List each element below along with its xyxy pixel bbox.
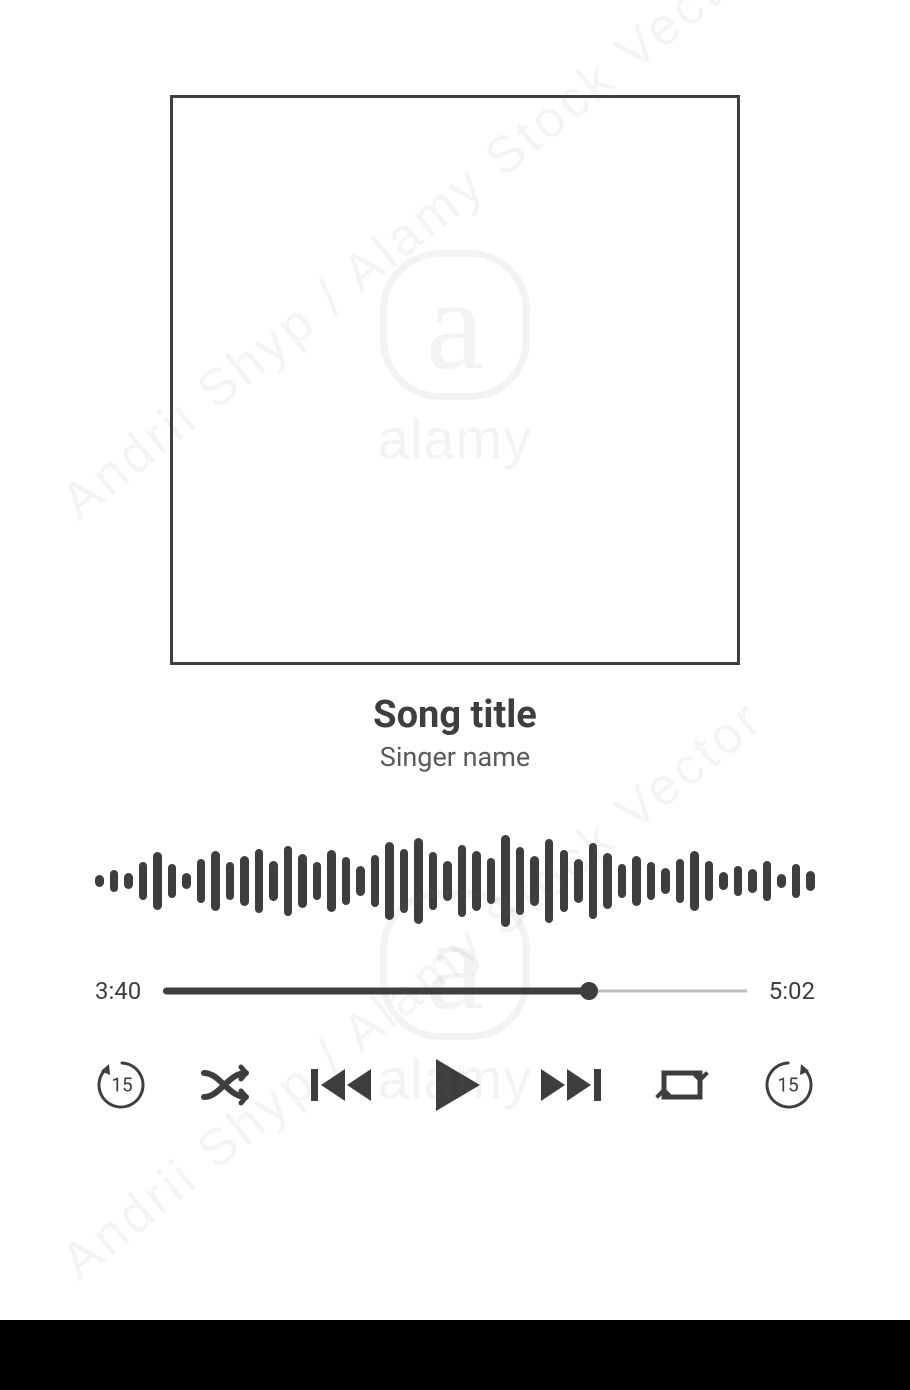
waveform-bar	[240, 856, 249, 906]
waveform-bar	[690, 851, 699, 911]
progress-row: 3:40 5:02	[95, 977, 815, 1005]
artist-name: Singer name	[380, 741, 530, 773]
waveform-bar	[342, 857, 351, 905]
waveform-bar	[443, 861, 452, 901]
waveform-bar	[618, 864, 627, 898]
waveform-bar	[545, 839, 554, 923]
shuffle-button[interactable]	[200, 1063, 258, 1107]
waveform-bar	[487, 858, 496, 904]
waveform-bar	[211, 851, 220, 911]
song-title: Song title	[373, 693, 537, 737]
waveform-bar	[356, 866, 365, 896]
waveform-bar	[458, 845, 467, 917]
waveform-bar	[95, 875, 104, 887]
shuffle-icon	[200, 1063, 258, 1107]
skip-forward-15-button[interactable]: 15	[761, 1058, 815, 1112]
waveform-bar	[429, 852, 438, 910]
play-button[interactable]	[426, 1055, 486, 1115]
waveform-bar	[371, 855, 380, 907]
waveform-bar	[632, 856, 641, 906]
repeat-icon	[654, 1063, 710, 1107]
waveform-bar	[603, 853, 612, 909]
waveform-bar	[763, 861, 772, 901]
waveform-bar	[516, 847, 525, 915]
total-time: 5:02	[769, 977, 815, 1005]
waveform-bar	[255, 849, 264, 913]
waveform-bar	[298, 854, 307, 908]
waveform-bar	[705, 861, 714, 901]
waveform-bar	[501, 835, 510, 927]
progress-slider[interactable]	[163, 984, 746, 998]
elapsed-time: 3:40	[95, 977, 141, 1005]
waveform-bar	[139, 862, 148, 900]
waveform-bar	[574, 859, 583, 903]
waveform-bar	[661, 868, 670, 894]
waveform-bar	[110, 870, 119, 892]
waveform-bar	[792, 864, 801, 898]
waveform-bar	[197, 859, 206, 903]
waveform-bar	[719, 872, 728, 890]
skip-back-15-button[interactable]: 15	[95, 1058, 149, 1112]
play-icon	[426, 1055, 486, 1115]
waveform-bar	[226, 862, 235, 900]
waveform[interactable]	[95, 831, 815, 931]
waveform-bar	[284, 846, 293, 916]
waveform-bar	[676, 859, 685, 903]
waveform-bar	[182, 873, 191, 889]
previous-icon	[309, 1063, 375, 1107]
waveform-bar	[777, 874, 786, 888]
waveform-bar	[647, 862, 656, 900]
player-controls: 15	[95, 1055, 815, 1115]
waveform-bar	[313, 862, 322, 900]
waveform-bar	[400, 849, 409, 913]
skip-back-seconds-label: 15	[111, 1074, 132, 1097]
waveform-bar	[168, 864, 177, 898]
waveform-bar	[472, 851, 481, 911]
repeat-button[interactable]	[654, 1063, 710, 1107]
waveform-bar	[414, 838, 423, 924]
waveform-bar	[385, 842, 394, 920]
waveform-bar	[589, 843, 598, 919]
previous-track-button[interactable]	[309, 1063, 375, 1107]
next-track-button[interactable]	[537, 1063, 603, 1107]
waveform-bar	[748, 869, 757, 893]
waveform-bar	[734, 866, 743, 896]
waveform-bar	[269, 861, 278, 901]
waveform-bar	[560, 850, 569, 912]
waveform-bar	[153, 852, 162, 910]
waveform-bar	[327, 850, 336, 912]
waveform-bar	[530, 856, 539, 906]
waveform-bar	[124, 873, 133, 889]
album-art-placeholder	[170, 95, 740, 665]
skip-forward-seconds-label: 15	[777, 1074, 798, 1097]
waveform-bar	[806, 871, 815, 891]
next-icon	[537, 1063, 603, 1107]
footer-bar	[0, 1320, 910, 1390]
